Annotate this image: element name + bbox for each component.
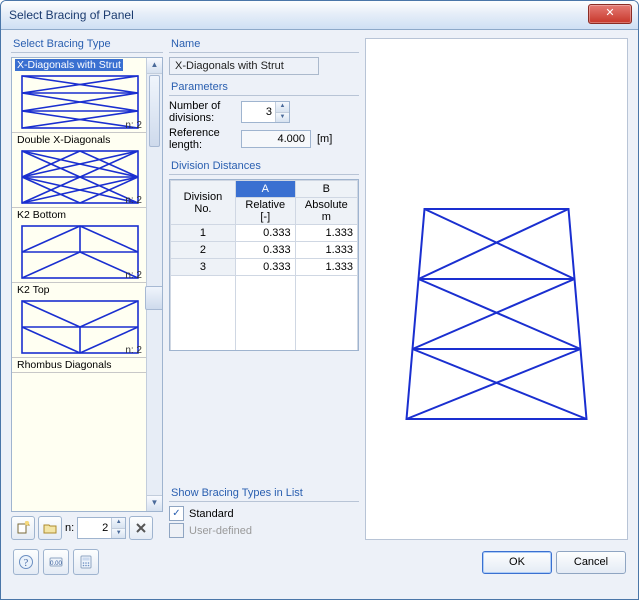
n-count-label: n: 2 — [125, 270, 142, 281]
bracing-preview — [366, 39, 627, 539]
table-row[interactable]: 1 0.333 1.333 — [171, 225, 358, 242]
bracing-thumb — [17, 148, 143, 206]
cell-relative[interactable]: 0.333 — [235, 225, 295, 242]
n-count-label: n: 2 — [125, 120, 142, 131]
userdefined-label: User-defined — [189, 525, 252, 537]
bracing-type-item-k2top[interactable]: K2 Top n: 2 — [12, 283, 147, 358]
chevron-up-icon[interactable]: ▲ — [111, 518, 125, 528]
open-bracing-button[interactable] — [38, 516, 62, 540]
col-division-header: Division No. — [171, 181, 236, 225]
dialog-body: Select Bracing Type X-Diagonals with Str… — [1, 30, 638, 599]
n-spinner[interactable]: ▲▼ — [77, 517, 126, 539]
checkbox-icon[interactable]: ✓ — [169, 506, 184, 521]
cancel-button[interactable]: Cancel — [556, 551, 626, 574]
divider — [169, 501, 359, 502]
standard-label: Standard — [189, 508, 234, 520]
bracing-type-label: K2 Top — [15, 284, 52, 296]
parameters-group-label: Parameters — [169, 81, 359, 95]
n-count-label: n: 2 — [125, 345, 142, 356]
bracing-thumb — [17, 223, 143, 281]
standard-checkbox-row[interactable]: ✓ Standard — [169, 506, 359, 521]
row-no: 2 — [171, 242, 236, 259]
divider — [169, 95, 359, 96]
userdefined-checkbox-row: User-defined — [169, 523, 359, 538]
bracing-type-group-label: Select Bracing Type — [11, 38, 163, 52]
scroll-thumb[interactable] — [149, 75, 160, 147]
chevron-down-icon[interactable]: ▼ — [275, 112, 289, 123]
cell-absolute[interactable]: 1.333 — [295, 259, 357, 276]
n-label: n: — [65, 522, 74, 534]
show-types-group-label: Show Bracing Types in List — [169, 487, 359, 501]
divider — [169, 174, 359, 175]
bracing-type-item-xstrut[interactable]: X-Diagonals with Strut — [12, 58, 147, 133]
cell-absolute[interactable]: 1.333 — [295, 225, 357, 242]
cell-absolute[interactable]: 1.333 — [295, 242, 357, 259]
bracing-type-label: K2 Bottom — [15, 209, 68, 221]
details-panel: Name X-Diagonals with Strut Parameters N… — [169, 38, 359, 540]
bracing-type-item-k2bottom[interactable]: K2 Bottom n: 2 — [12, 208, 147, 283]
table-row[interactable]: 2 0.333 1.333 — [171, 242, 358, 259]
preview-panel — [365, 38, 628, 540]
scroll-up-icon[interactable]: ▲ — [147, 58, 162, 74]
bracing-type-label: X-Diagonals with Strut — [15, 59, 123, 71]
divider — [11, 52, 163, 53]
bracing-type-list: X-Diagonals with Strut — [11, 57, 163, 512]
bracing-type-label: Double X-Diagonals — [15, 134, 112, 146]
col-a-subheader: Relative [-] — [235, 198, 295, 225]
chevron-up-icon[interactable]: ▲ — [275, 102, 289, 112]
reflen-input[interactable] — [241, 130, 311, 148]
divisions-label: Number of divisions: — [169, 100, 241, 124]
n-count-label: n: 2 — [125, 195, 142, 206]
bracing-type-item-rhombus[interactable]: Rhombus Diagonals — [12, 358, 147, 373]
n-input[interactable] — [78, 518, 111, 538]
row-no: 3 — [171, 259, 236, 276]
divider — [169, 52, 359, 53]
col-a-header[interactable]: A — [235, 181, 295, 198]
bracing-type-label: Rhombus Diagonals — [15, 359, 114, 371]
new-bracing-button[interactable] — [11, 516, 35, 540]
bracing-type-panel: Select Bracing Type X-Diagonals with Str… — [11, 38, 163, 540]
name-field: X-Diagonals with Strut — [169, 57, 319, 75]
bracing-type-item-dblx[interactable]: Double X-Diagonals — [12, 133, 147, 208]
delete-bracing-button[interactable] — [129, 516, 153, 540]
name-group-label: Name — [169, 38, 359, 52]
window-title: Select Bracing of Panel — [7, 8, 134, 22]
table-row[interactable]: 3 0.333 1.333 — [171, 259, 358, 276]
cell-relative[interactable]: 0.333 — [235, 259, 295, 276]
col-b-subheader: Absolute m — [295, 198, 357, 225]
svg-text:?: ? — [24, 558, 29, 569]
division-distances-table[interactable]: Division No. A B Relative [-] Absolute m… — [169, 179, 359, 351]
calculator-button[interactable] — [73, 549, 99, 575]
bracing-type-list-inner: X-Diagonals with Strut — [12, 58, 147, 511]
scrollbar[interactable]: ▲ ▼ — [146, 58, 162, 511]
reflen-label: Reference length: — [169, 127, 241, 151]
bracing-type-toolbar: n: ▲▼ — [11, 516, 163, 540]
row-no: 1 — [171, 225, 236, 242]
checkbox-icon — [169, 523, 184, 538]
division-distances-group-label: Division Distances — [169, 160, 359, 174]
close-button[interactable]: ✕ — [588, 4, 632, 24]
svg-text:0.00: 0.00 — [50, 561, 62, 567]
help-button[interactable]: ? — [13, 549, 39, 575]
reflen-unit: [m] — [317, 133, 332, 145]
columns: Select Bracing Type X-Diagonals with Str… — [11, 38, 628, 540]
scroll-grab[interactable] — [145, 286, 163, 310]
titlebar: Select Bracing of Panel ✕ — [1, 1, 638, 30]
bracing-thumb — [17, 73, 143, 131]
dialog-footer: ? 0.00 OK Cancel — [11, 546, 628, 578]
divisions-input[interactable] — [242, 102, 275, 122]
bracing-thumb — [17, 298, 143, 356]
col-b-header[interactable]: B — [295, 181, 357, 198]
chevron-down-icon[interactable]: ▼ — [111, 528, 125, 539]
cell-relative[interactable]: 0.333 — [235, 242, 295, 259]
scroll-down-icon[interactable]: ▼ — [147, 495, 162, 511]
divisions-spinner[interactable]: ▲▼ — [241, 101, 290, 123]
ok-button[interactable]: OK — [482, 551, 552, 574]
dialog-window: Select Bracing of Panel ✕ Select Bracing… — [0, 0, 639, 600]
units-button[interactable]: 0.00 — [43, 549, 69, 575]
